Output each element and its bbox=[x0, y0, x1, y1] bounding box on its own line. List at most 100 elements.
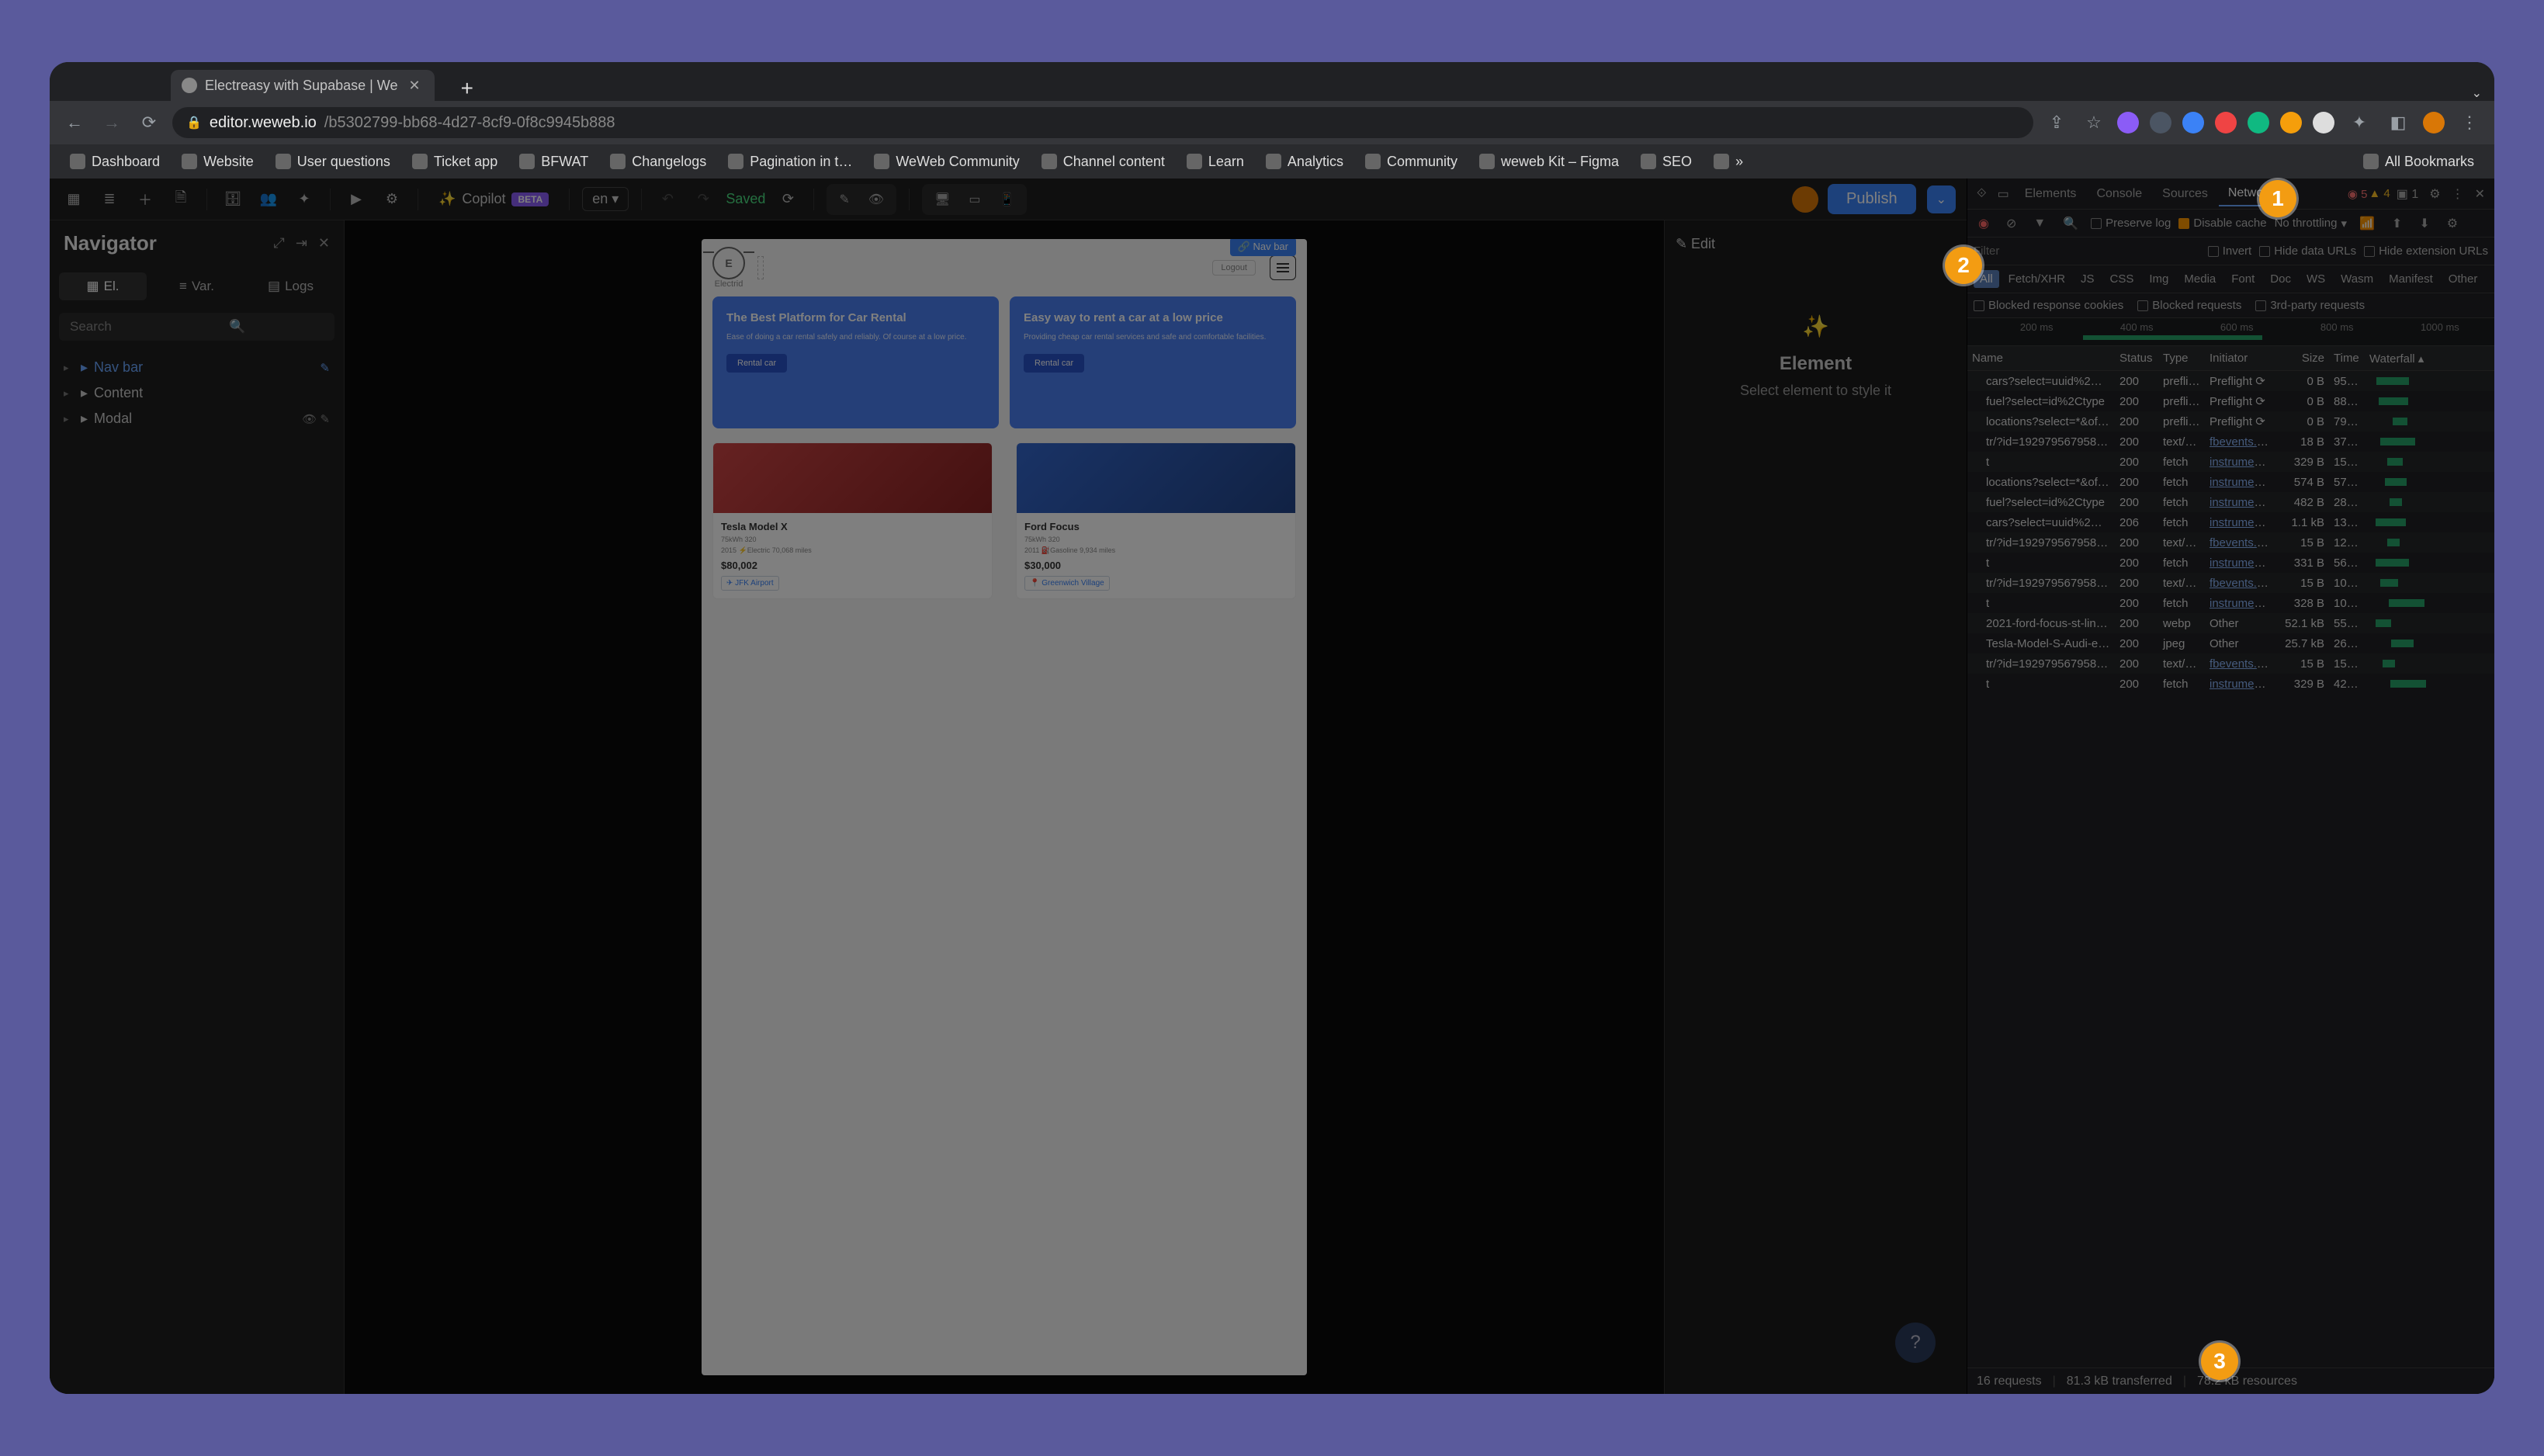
bookmark-item[interactable]: weweb Kit – Figma bbox=[1470, 151, 1628, 173]
bookmark-item[interactable]: Community bbox=[1356, 151, 1467, 173]
blocked-cookies-checkbox[interactable]: Blocked response cookies bbox=[1974, 299, 2123, 312]
bookmark-item[interactable]: Analytics bbox=[1256, 151, 1353, 173]
close-tab-icon[interactable]: ✕ bbox=[405, 78, 423, 94]
type-filter[interactable]: Fetch/XHR bbox=[2002, 270, 2071, 288]
hero-button[interactable]: Rental car bbox=[726, 354, 787, 373]
tab-variables[interactable]: ≡ Var. bbox=[153, 272, 241, 300]
type-filter[interactable]: Img bbox=[2143, 270, 2175, 288]
bookmark-item[interactable]: User questions bbox=[266, 151, 400, 173]
hamburger-icon[interactable] bbox=[1270, 255, 1296, 280]
col-time[interactable]: Time bbox=[2329, 352, 2365, 365]
device-toggle-icon[interactable]: ▭ bbox=[1993, 183, 2014, 205]
browser-tab[interactable]: Electreasy with Supabase | We ✕ bbox=[171, 70, 435, 101]
wifi-icon[interactable]: 📶 bbox=[2355, 213, 2379, 234]
type-filter[interactable]: Manifest bbox=[2383, 270, 2439, 288]
hero-card-2[interactable]: Easy way to rent a car at a low price Pr… bbox=[1010, 296, 1296, 428]
tab-sources[interactable]: Sources bbox=[2153, 182, 2217, 206]
bookmark-item[interactable]: Dashboard bbox=[61, 151, 169, 173]
tab-logs[interactable]: ▤ Logs bbox=[247, 272, 334, 300]
bookmark-item[interactable]: Ticket app bbox=[403, 151, 507, 173]
share-icon[interactable]: ⇪ bbox=[2043, 109, 2071, 137]
edit-preview-toggle[interactable]: ✎ 👁 bbox=[827, 184, 896, 215]
filter-input[interactable]: Filter bbox=[1974, 244, 2200, 258]
redo-icon[interactable]: ↷ bbox=[690, 186, 716, 213]
bookmark-star-icon[interactable]: ☆ bbox=[2080, 109, 2108, 137]
tab-console[interactable]: Console bbox=[2087, 182, 2151, 206]
language-select[interactable]: en ▾ bbox=[582, 187, 629, 211]
extension-icon[interactable] bbox=[2280, 112, 2302, 133]
hero-button[interactable]: Rental car bbox=[1024, 354, 1084, 373]
col-type[interactable]: Type bbox=[2158, 352, 2205, 365]
help-button[interactable]: ? bbox=[1895, 1323, 1936, 1363]
request-row[interactable]: fuel?select=id%2Ctype200prefli…Preflight… bbox=[1967, 391, 2494, 411]
edit-mode-icon[interactable]: ✎ bbox=[830, 187, 858, 212]
page-canvas[interactable]: E Electrid 🔗 Nav bar Logout The Best Pla… bbox=[702, 239, 1307, 1375]
type-filter[interactable]: Doc bbox=[2264, 270, 2297, 288]
database-icon[interactable]: 🗄 bbox=[220, 186, 246, 213]
request-row[interactable]: 2021-ford-focus-st-line-…200webpOther52.… bbox=[1967, 613, 2494, 633]
network-timeline[interactable]: 200 ms400 ms600 ms800 ms1000 ms bbox=[1967, 318, 2494, 346]
search-icon[interactable]: 🔍 bbox=[2058, 213, 2083, 234]
request-row[interactable]: tr/?id=19297956795898…200text/…fbevents.… bbox=[1967, 573, 2494, 593]
desktop-icon[interactable]: 🖥 bbox=[925, 187, 959, 212]
side-panel-icon[interactable]: ◧ bbox=[2384, 109, 2412, 137]
preview-mode-icon[interactable]: 👁 bbox=[859, 187, 893, 212]
request-row[interactable]: tr/?id=19297956795898…200text/…fbevents.… bbox=[1967, 432, 2494, 452]
invert-checkbox[interactable]: Invert bbox=[2208, 244, 2252, 258]
request-row[interactable]: fuel?select=id%2Ctype200fetchinstrument.… bbox=[1967, 492, 2494, 512]
tree-item-content[interactable]: ▸▸ Content bbox=[61, 380, 333, 406]
close-panel-icon[interactable]: ✕ bbox=[318, 235, 330, 251]
bookmark-item[interactable]: BFWAT bbox=[510, 151, 598, 173]
bookmark-item[interactable]: » bbox=[1704, 151, 1752, 173]
filter-icon[interactable]: ▼ bbox=[2029, 213, 2050, 234]
col-waterfall[interactable]: Waterfall ▴ bbox=[2365, 352, 2494, 366]
mobile-icon[interactable]: 📱 bbox=[990, 187, 1024, 212]
profile-avatar-icon[interactable] bbox=[2313, 112, 2334, 133]
grid-icon[interactable]: ▦ bbox=[61, 186, 87, 213]
type-filter[interactable]: WS bbox=[2300, 270, 2331, 288]
inspect-icon[interactable]: ⟐ bbox=[1972, 184, 1991, 204]
close-devtools-icon[interactable]: ✕ bbox=[2470, 183, 2490, 205]
request-row[interactable]: locations?select=*&offse…200fetchinstrum… bbox=[1967, 472, 2494, 492]
back-button[interactable]: ← bbox=[61, 109, 88, 137]
list-icon[interactable]: ≣ bbox=[96, 186, 123, 213]
new-tab-button[interactable]: + bbox=[453, 76, 481, 101]
edit-item-icon[interactable]: ✎ bbox=[320, 361, 330, 375]
request-row[interactable]: tr/?id=19297956795898…200text/…fbevents.… bbox=[1967, 653, 2494, 674]
col-status[interactable]: Status bbox=[2115, 352, 2158, 365]
download-icon[interactable]: ⬇ bbox=[2414, 213, 2434, 234]
warning-count[interactable]: ▲ 4 bbox=[2369, 187, 2390, 200]
bookmark-item[interactable]: Learn bbox=[1177, 151, 1253, 173]
request-row[interactable]: cars?select=uuid%2Cm…206fetchinstrument.… bbox=[1967, 512, 2494, 532]
tabs-dropdown-icon[interactable]: ⌄ bbox=[2472, 85, 2482, 101]
settings-gear-icon[interactable]: ⚙ bbox=[2442, 213, 2463, 234]
blocked-requests-checkbox[interactable]: Blocked requests bbox=[2137, 299, 2241, 312]
request-row[interactable]: cars?select=uuid%2Cm…200prefli…Preflight… bbox=[1967, 371, 2494, 391]
forward-button[interactable]: → bbox=[98, 109, 126, 137]
request-row[interactable]: t200fetchinstrument.j…329 B15… bbox=[1967, 452, 2494, 472]
third-party-checkbox[interactable]: 3rd-party requests bbox=[2255, 299, 2365, 312]
menu-dots-icon[interactable]: ⋮ bbox=[2456, 109, 2483, 137]
hero-card-1[interactable]: The Best Platform for Car Rental Ease of… bbox=[712, 296, 999, 428]
extension-icon[interactable] bbox=[2117, 112, 2139, 133]
clear-icon[interactable]: ⊘ bbox=[2002, 213, 2021, 234]
network-table-body[interactable]: cars?select=uuid%2Cm…200prefli…Preflight… bbox=[1967, 371, 2494, 1368]
type-filter[interactable]: CSS bbox=[2104, 270, 2140, 288]
dock-icon[interactable]: ⇥ bbox=[296, 235, 307, 251]
undo-icon[interactable]: ↶ bbox=[654, 186, 681, 213]
bookmark-item[interactable]: Changelogs bbox=[601, 151, 716, 173]
extension-icon[interactable] bbox=[2150, 112, 2171, 133]
tree-item-navbar[interactable]: ▸▸ Nav bar✎ bbox=[61, 355, 333, 380]
user-avatar-icon[interactable] bbox=[2423, 112, 2445, 133]
record-icon[interactable]: ◉ bbox=[1974, 213, 1994, 234]
col-size[interactable]: Size bbox=[2275, 352, 2329, 365]
upload-icon[interactable]: ⬆ bbox=[2387, 213, 2407, 234]
request-row[interactable]: t200fetchinstrument.j…328 B10… bbox=[1967, 593, 2494, 613]
tab-elements[interactable]: ▦ El. bbox=[59, 272, 147, 300]
error-count[interactable]: ◉ 5 bbox=[2348, 187, 2368, 201]
car-card[interactable]: Tesla Model X 75kWh 320 2015 ⚡Electric 7… bbox=[712, 442, 993, 599]
type-filter[interactable]: JS bbox=[2074, 270, 2101, 288]
visibility-icon[interactable]: 👁 ✎ bbox=[302, 412, 330, 426]
edit-label[interactable]: ✎ Edit bbox=[1676, 236, 1715, 252]
issues-count[interactable]: ▣ 1 bbox=[2392, 183, 2423, 205]
